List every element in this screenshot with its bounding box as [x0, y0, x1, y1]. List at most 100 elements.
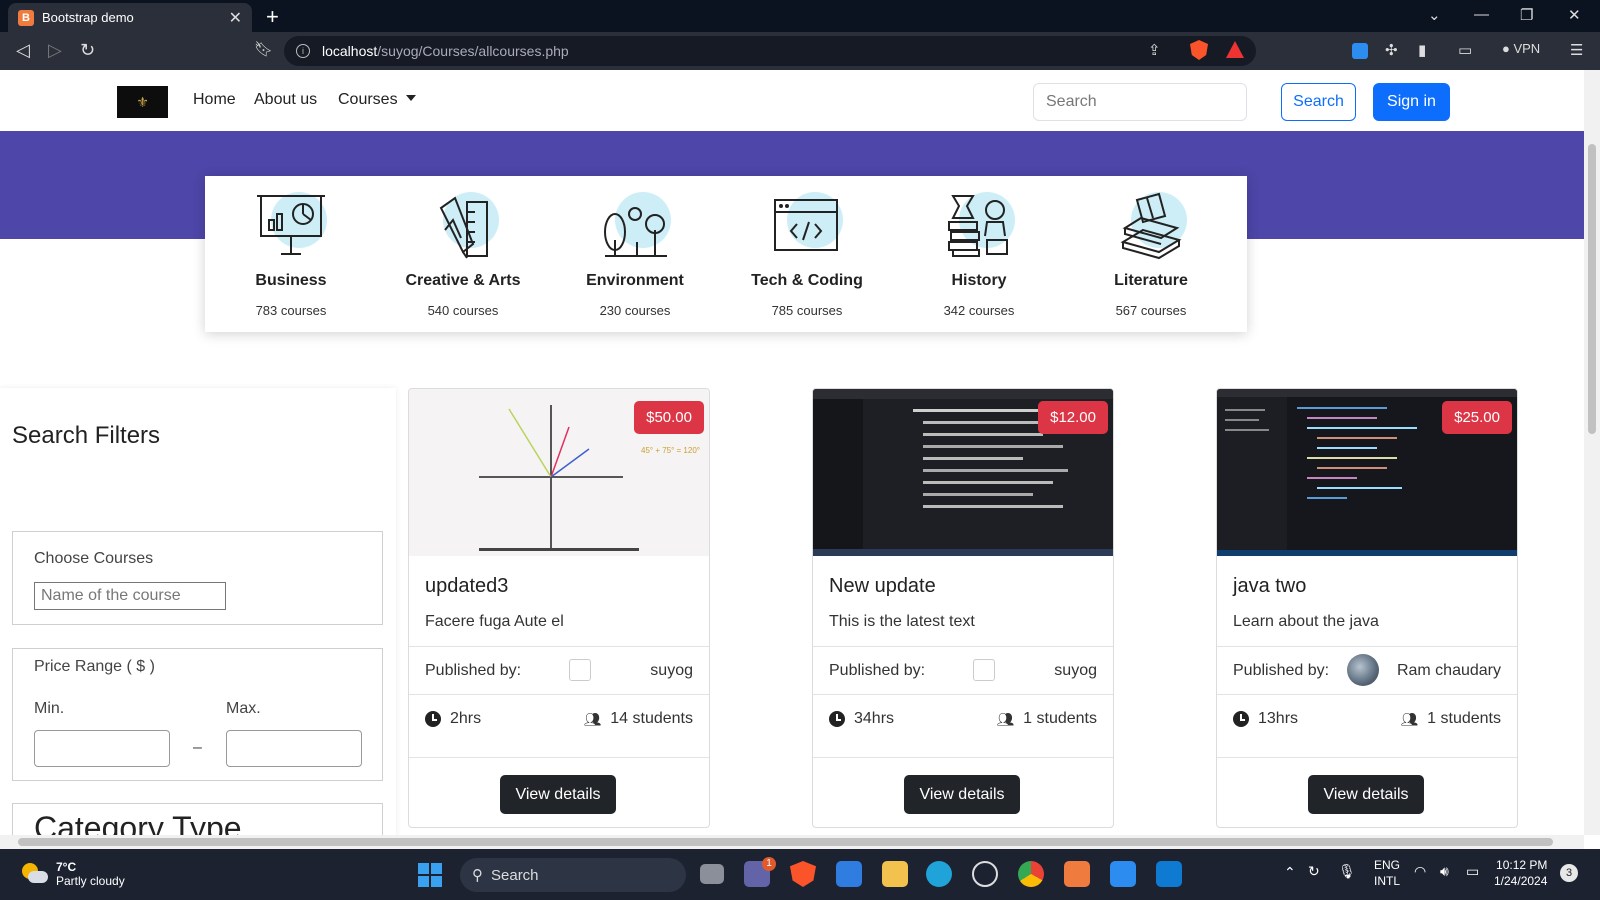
category-literature[interactable]: Literature 567 courses	[1065, 176, 1237, 332]
url-host: localhost	[322, 43, 378, 59]
min-price-input[interactable]	[34, 730, 170, 767]
weather-widget[interactable]: 7°C Partly cloudy	[20, 860, 125, 888]
xampp-icon[interactable]	[1064, 861, 1090, 887]
category-creative-arts[interactable]: Creative & Arts 540 courses	[377, 176, 549, 332]
web-page: ⚜ Home About us Courses Search Sign in B…	[0, 70, 1584, 835]
back-icon[interactable]: ◁	[16, 40, 30, 61]
battery-icon[interactable]: ▭	[1466, 863, 1479, 879]
sync-icon[interactable]: ↻	[1308, 863, 1320, 879]
clock-icon	[829, 711, 845, 727]
course-name-input[interactable]	[34, 582, 226, 610]
scrollbar-thumb[interactable]	[18, 838, 1553, 846]
price-range-label: Price Range ( $ )	[34, 658, 155, 675]
tab-search-chevron-icon[interactable]: ⌄	[1428, 6, 1441, 24]
scrollbar-thumb[interactable]	[1588, 144, 1596, 434]
bookmark-icon[interactable]: 🔖︎	[254, 40, 273, 58]
students-text: 14 students	[610, 710, 693, 727]
microphone-icon[interactable]: 🎙︎	[1338, 863, 1356, 879]
category-tech-coding[interactable]: Tech & Coding 785 courses	[721, 176, 893, 332]
sign-in-button[interactable]: Sign in	[1373, 83, 1450, 121]
share-icon[interactable]: ⇪	[1148, 41, 1161, 59]
tab-title: Bootstrap demo	[42, 10, 134, 25]
sidebar-icon[interactable]: ▮	[1418, 41, 1426, 59]
close-tab-icon[interactable]: ✕	[229, 8, 242, 28]
vpn-button[interactable]: ● VPN	[1502, 41, 1540, 56]
published-by-label: Published by:	[1233, 662, 1330, 679]
view-details-button[interactable]: View details	[1308, 775, 1424, 814]
vscode-icon[interactable]	[1156, 861, 1182, 887]
file-explorer-icon[interactable]	[882, 861, 908, 887]
nav-courses-dropdown[interactable]: Courses	[338, 91, 416, 109]
min-label: Min.	[34, 700, 65, 717]
category-name: Creative & Arts	[405, 272, 521, 289]
price-badge: $25.00	[1442, 401, 1512, 434]
caret-down-icon	[405, 95, 416, 101]
category-environment[interactable]: Environment 230 courses	[549, 176, 721, 332]
edge-icon[interactable]	[926, 861, 952, 887]
horizontal-scrollbar[interactable]	[0, 835, 1584, 849]
search-button[interactable]: Search	[1281, 83, 1356, 121]
view-details-button[interactable]: View details	[904, 775, 1020, 814]
language-indicator[interactable]: ENG INTL	[1374, 857, 1400, 889]
duration: 2hrs	[425, 710, 481, 728]
clock-icon	[425, 711, 441, 727]
view-details-button[interactable]: View details	[500, 775, 616, 814]
category-count: 230 courses	[599, 303, 671, 318]
site-logo[interactable]: ⚜	[117, 86, 168, 118]
close-window-icon[interactable]: ✕	[1568, 6, 1581, 24]
category-business[interactable]: Business 783 courses	[205, 176, 377, 332]
divider	[1217, 694, 1517, 695]
task-view-icon[interactable]	[700, 864, 724, 884]
store-icon[interactable]	[836, 861, 862, 887]
course-title: New update	[829, 575, 936, 597]
taskbar-search[interactable]: ⚲ Search	[460, 858, 686, 892]
new-tab-icon[interactable]: +	[266, 4, 279, 30]
extension-icon[interactable]	[1352, 43, 1368, 59]
dell-icon[interactable]	[972, 861, 998, 887]
notification-count[interactable]: 3	[1560, 864, 1578, 882]
statue-books-icon	[948, 195, 1008, 257]
address-bar[interactable]: i localhost/suyog/Courses/allcourses.php	[284, 36, 1256, 66]
browser-tab-strip: B Bootstrap demo ✕ + ⌄ — ❐ ✕	[0, 0, 1600, 32]
max-price-input[interactable]	[226, 730, 362, 767]
wifi-icon[interactable]: ◠	[1414, 863, 1426, 879]
trees-icon	[604, 207, 667, 257]
extensions-puzzle-icon[interactable]: ✣	[1385, 41, 1398, 59]
browser-toolbar: ◁ ▷ ↻ 🔖︎ i localhost/suyog/Courses/allco…	[0, 32, 1600, 70]
app-icon[interactable]	[1110, 861, 1136, 887]
divider	[1217, 757, 1517, 758]
menu-icon[interactable]: ☰	[1570, 41, 1583, 59]
clock[interactable]: 10:12 PM 1/24/2024	[1494, 857, 1547, 889]
course-description: Facere fuga Aute el	[425, 613, 564, 630]
students: 👥︎ 14 students	[583, 710, 693, 728]
site-search-input[interactable]	[1033, 83, 1247, 121]
start-icon[interactable]	[418, 863, 442, 887]
course-card: 45° + 75° = 120° $50.00 updated3 Facere …	[408, 388, 710, 828]
nav-about[interactable]: About us	[254, 91, 317, 109]
author-name: Ram chaudary	[1396, 662, 1501, 679]
site-info-icon[interactable]: i	[296, 44, 310, 58]
show-hidden-icons-chevron[interactable]: ⌃	[1284, 864, 1296, 880]
volume-icon[interactable]: 🔊︎	[1440, 863, 1449, 879]
category-history[interactable]: History 342 courses	[893, 176, 1065, 332]
students-text: 1 students	[1023, 710, 1097, 727]
clock-icon	[1233, 711, 1249, 727]
choose-courses-box: Choose Courses	[12, 531, 383, 625]
restore-icon[interactable]: ❐	[1520, 6, 1533, 24]
taskbar-search-label: Search	[491, 866, 539, 884]
browser-tab[interactable]: B Bootstrap demo ✕	[8, 3, 252, 32]
duration: 13hrs	[1233, 710, 1298, 728]
wallet-icon[interactable]: ▭	[1458, 41, 1472, 59]
brave-taskbar-icon[interactable]	[790, 861, 816, 887]
code-window-icon	[774, 199, 838, 251]
duration-text: 13hrs	[1258, 710, 1299, 727]
reload-icon[interactable]: ↻	[80, 40, 95, 61]
nav-home[interactable]: Home	[193, 91, 236, 109]
published-by-label: Published by:	[425, 662, 522, 679]
vertical-scrollbar[interactable]	[1584, 70, 1600, 835]
chrome-icon[interactable]	[1018, 861, 1044, 887]
minimize-icon[interactable]: —	[1474, 6, 1489, 23]
svg-text:45° + 75° = 120°: 45° + 75° = 120°	[641, 446, 700, 455]
forward-icon[interactable]: ▷	[48, 40, 62, 61]
divider	[813, 757, 1113, 758]
